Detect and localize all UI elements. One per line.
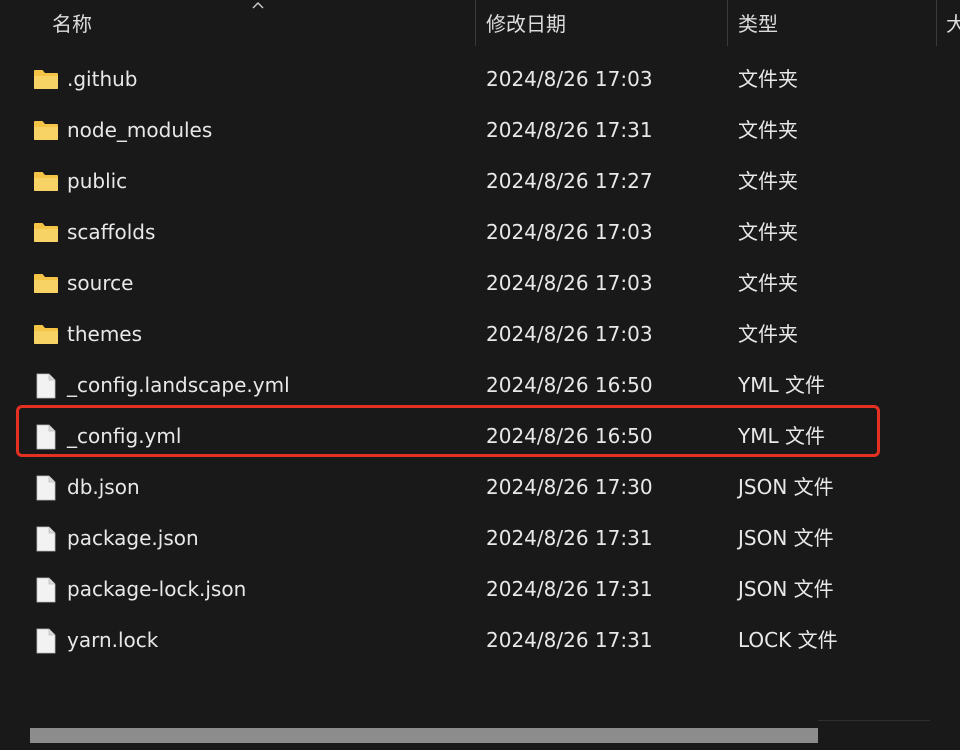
file-type: 文件夹 [738,220,798,244]
file-row[interactable]: yarn.lock 2024/8/26 17:31 LOCK 文件 [0,615,960,666]
file-modified-date: 2024/8/26 17:31 [486,118,653,142]
file-name: themes [67,322,143,346]
column-header-bar: 名称 修改日期 类型 大 [0,0,960,46]
file-modified-date: 2024/8/26 17:03 [486,220,653,244]
file-row[interactable]: package-lock.json 2024/8/26 17:31 JSON 文件 [0,564,960,615]
file-modified-date: 2024/8/26 17:27 [486,169,653,193]
file-icon [33,475,59,501]
file-row[interactable]: _config.yml 2024/8/26 16:50 YML 文件 [0,411,960,462]
file-icon [33,373,59,399]
file-name: _config.landscape.yml [67,373,290,397]
file-type: JSON 文件 [738,475,834,499]
file-name: node_modules [67,118,213,142]
file-name: db.json [67,475,140,499]
file-modified-date: 2024/8/26 17:31 [486,526,653,550]
file-name: _config.yml [67,424,182,448]
column-header-name[interactable]: 名称 [52,0,92,46]
file-modified-date: 2024/8/26 16:50 [486,424,653,448]
file-type: 文件夹 [738,169,798,193]
file-row[interactable]: .github 2024/8/26 17:03 文件夹 [0,54,960,105]
folder-icon [33,271,59,295]
folder-icon [33,322,59,346]
file-modified-date: 2024/8/26 17:03 [486,322,653,346]
file-modified-date: 2024/8/26 17:31 [486,628,653,652]
file-modified-date: 2024/8/26 16:50 [486,373,653,397]
file-type: 文件夹 [738,322,798,346]
file-icon [33,424,59,450]
folder-icon [33,118,59,142]
folder-icon [33,169,59,193]
file-icon [33,628,59,654]
file-type: YML 文件 [738,373,825,397]
file-type: JSON 文件 [738,526,834,550]
file-modified-date: 2024/8/26 17:03 [486,67,653,91]
folder-icon [33,67,59,91]
file-name: source [67,271,134,295]
file-row[interactable]: scaffolds 2024/8/26 17:03 文件夹 [0,207,960,258]
scroll-corner-divider [818,720,930,721]
file-name: public [67,169,128,193]
sort-ascending-icon [252,2,264,9]
file-modified-date: 2024/8/26 17:31 [486,577,653,601]
file-name: package.json [67,526,199,550]
folder-icon [33,220,59,244]
file-type: LOCK 文件 [738,628,838,652]
column-header-type[interactable]: 类型 [738,0,778,46]
column-divider[interactable] [936,0,937,46]
column-header-size[interactable]: 大 [946,0,960,46]
file-icon [33,577,59,603]
file-name: yarn.lock [67,628,159,652]
file-row[interactable]: _config.landscape.yml 2024/8/26 16:50 YML … [0,360,960,411]
file-row[interactable]: package.json 2024/8/26 17:31 JSON 文件 [0,513,960,564]
file-row[interactable]: public 2024/8/26 17:27 文件夹 [0,156,960,207]
file-row[interactable]: source 2024/8/26 17:03 文件夹 [0,258,960,309]
file-type: 文件夹 [738,67,798,91]
file-row[interactable]: node_modules 2024/8/26 17:31 文件夹 [0,105,960,156]
file-name: .github [67,67,138,91]
file-type: YML 文件 [738,424,825,448]
file-row[interactable]: db.json 2024/8/26 17:30 JSON 文件 [0,462,960,513]
file-modified-date: 2024/8/26 17:03 [486,271,653,295]
column-header-date[interactable]: 修改日期 [486,0,566,46]
column-divider[interactable] [475,0,476,46]
file-type: 文件夹 [738,118,798,142]
file-list: .github 2024/8/26 17:03 文件夹 node_modules 202… [0,54,960,666]
file-row[interactable]: themes 2024/8/26 17:03 文件夹 [0,309,960,360]
file-modified-date: 2024/8/26 17:30 [486,475,653,499]
file-type: JSON 文件 [738,577,834,601]
file-name: package-lock.json [67,577,247,601]
column-divider[interactable] [727,0,728,46]
file-name: scaffolds [67,220,156,244]
horizontal-scrollbar-thumb[interactable] [30,728,818,743]
file-icon [33,526,59,552]
file-explorer: 名称 修改日期 类型 大 .github 2024/8/26 17:03 文件夹 no… [0,0,960,750]
file-type: 文件夹 [738,271,798,295]
